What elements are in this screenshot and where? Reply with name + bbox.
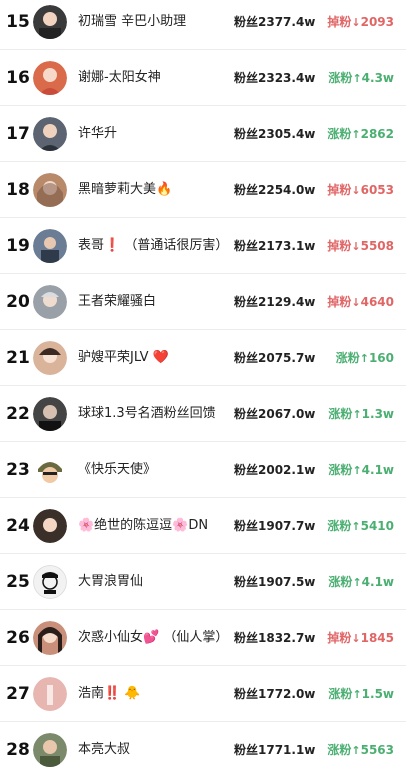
avatar[interactable] [33,677,67,711]
list-item[interactable]: 22 球球1.3号名酒粉丝回馈 粉丝2067.0w 涨粉↑1.3w [0,386,406,442]
username[interactable]: 次惑小仙女💕 （仙人掌） [78,610,228,666]
rank-number: 15 [6,12,30,32]
avatar[interactable] [33,285,67,319]
list-item[interactable]: 16 谢娜-太阳女神 粉丝2323.4w 涨粉↑4.3w [0,50,406,106]
avatar[interactable] [33,565,67,599]
fans-count: 粉丝2075.7w [234,351,316,365]
fans-change: 涨粉↑5410 [327,519,394,533]
username[interactable]: 王者荣耀骚白 [78,274,156,330]
rank-number: 19 [6,236,30,256]
avatar[interactable] [33,733,67,767]
fan-ranking-list: 15 初瑞雪 辛巴小助理 粉丝2377.4w 掉粉↓2093 16 谢娜-太阳女… [0,0,406,781]
up-arrow-icon: ↑ [352,576,362,589]
fans-count: 粉丝1832.7w [234,631,316,645]
up-arrow-icon: ↑ [352,688,362,701]
avatar[interactable] [33,5,67,39]
fans-count: 粉丝2305.4w [234,127,316,141]
list-item[interactable]: 17 许华升 粉丝2305.4w 涨粉↑2862 [0,106,406,162]
list-item[interactable]: 20 王者荣耀骚白 粉丝2129.4w 掉粉↓4640 [0,274,406,330]
up-arrow-icon: ↑ [351,520,361,533]
list-item[interactable]: 18 黑暗萝莉大美🔥 粉丝2254.0w 掉粉↓6053 [0,162,406,218]
list-item[interactable]: 24 🌸绝世的陈逗逗🌸DN 粉丝1907.7w 涨粉↑5410 [0,498,406,554]
fans-count: 粉丝2323.4w [234,71,316,85]
fans-change: 掉粉↓1845 [327,631,394,645]
avatar[interactable] [33,453,67,487]
rank-number: 16 [6,68,30,88]
fans-change: 涨粉↑4.3w [328,71,394,85]
fans-count: 粉丝2129.4w [234,295,316,309]
fans-change: 涨粉↑1.3w [328,407,394,421]
username[interactable]: 初瑞雪 辛巴小助理 [78,0,186,50]
fans-change: 涨粉↑4.1w [328,463,394,477]
fans-change: 涨粉↑5563 [327,743,394,757]
avatar[interactable] [33,341,67,375]
fans-change: 掉粉↓5508 [327,239,394,253]
list-item[interactable]: 23 《快乐天使》 粉丝2002.1w 涨粉↑4.1w [0,442,406,498]
rank-number: 28 [6,740,30,760]
avatar[interactable] [33,229,67,263]
down-arrow-icon: ↓ [351,632,361,645]
list-item[interactable]: 27 浩南‼️ 🐥 粉丝1772.0w 涨粉↑1.5w [0,666,406,722]
down-arrow-icon: ↓ [351,240,361,253]
fans-count: 粉丝1907.5w [234,575,316,589]
fans-change: 掉粉↓2093 [327,15,394,29]
down-arrow-icon: ↓ [351,16,361,29]
avatar[interactable] [33,117,67,151]
avatar[interactable] [33,509,67,543]
fans-count: 粉丝2173.1w [234,239,316,253]
rank-number: 18 [6,180,30,200]
fans-count: 粉丝1771.1w [234,743,316,757]
up-arrow-icon: ↑ [352,408,362,421]
list-item[interactable]: 28 本亮大叔 粉丝1771.1w 涨粉↑5563 [0,722,406,778]
list-item[interactable]: 19 表哥❗ （普通话很厉害） 粉丝2173.1w 掉粉↓5508 [0,218,406,274]
username[interactable]: 许华升 [78,106,117,162]
fans-change: 涨粉↑1.5w [328,687,394,701]
fans-change: 涨粉↑4.1w [328,575,394,589]
up-arrow-icon: ↑ [359,352,369,365]
rank-number: 20 [6,292,30,312]
list-item[interactable]: 15 初瑞雪 辛巴小助理 粉丝2377.4w 掉粉↓2093 [0,0,406,50]
down-arrow-icon: ↓ [351,296,361,309]
fans-change: 涨粉↑160 [335,351,394,365]
up-arrow-icon: ↑ [351,128,361,141]
fans-change: 掉粉↓6053 [327,183,394,197]
fans-count: 粉丝1907.7w [234,519,316,533]
username[interactable]: 谢娜-太阳女神 [78,50,161,106]
username[interactable]: 《快乐天使》 [78,442,156,498]
down-arrow-icon: ↓ [351,184,361,197]
fans-count: 粉丝1772.0w [234,687,316,701]
up-arrow-icon: ↑ [352,72,362,85]
fans-count: 粉丝2002.1w [234,463,316,477]
fans-change: 掉粉↓4640 [327,295,394,309]
username[interactable]: 驴嫂平荣JLV ❤️ [78,330,169,386]
avatar[interactable] [33,173,67,207]
rank-number: 26 [6,628,30,648]
avatar[interactable] [33,397,67,431]
up-arrow-icon: ↑ [352,464,362,477]
list-item[interactable]: 21 驴嫂平荣JLV ❤️ 粉丝2075.7w 涨粉↑160 [0,330,406,386]
rank-number: 27 [6,684,30,704]
rank-number: 22 [6,404,30,424]
rank-number: 25 [6,572,30,592]
avatar[interactable] [33,621,67,655]
fans-count: 粉丝2377.4w [234,15,316,29]
list-item[interactable]: 26 次惑小仙女💕 （仙人掌） 粉丝1832.7w 掉粉↓1845 [0,610,406,666]
username[interactable]: 本亮大叔 [78,722,130,778]
avatar[interactable] [33,61,67,95]
rank-number: 23 [6,460,30,480]
rank-number: 24 [6,516,30,536]
username[interactable]: 浩南‼️ 🐥 [78,666,141,722]
rank-number: 21 [6,348,30,368]
username[interactable]: 大胃浪胃仙 [78,554,143,610]
rank-number: 17 [6,124,30,144]
username[interactable]: 球球1.3号名酒粉丝回馈 [78,386,216,442]
up-arrow-icon: ↑ [351,744,361,757]
list-item[interactable]: 25 大胃浪胃仙 粉丝1907.5w 涨粉↑4.1w [0,554,406,610]
fans-change: 涨粉↑2862 [327,127,394,141]
username[interactable]: 表哥❗ （普通话很厉害） [78,218,228,274]
username[interactable]: 黑暗萝莉大美🔥 [78,162,172,218]
fans-count: 粉丝2067.0w [234,407,316,421]
fans-count: 粉丝2254.0w [234,183,316,197]
username[interactable]: 🌸绝世的陈逗逗🌸DN [78,498,208,554]
